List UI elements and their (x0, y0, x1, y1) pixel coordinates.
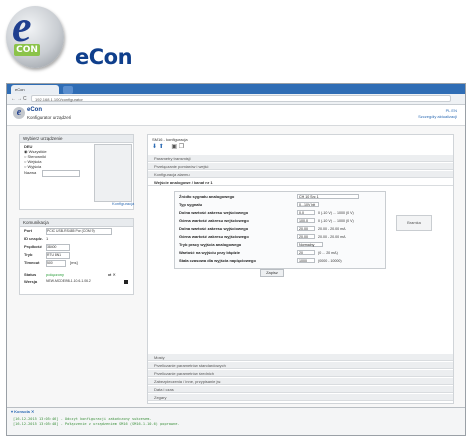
config-row: Typ sygnału 0...10V bit (175, 202, 385, 208)
config-row: Wartość na wyjściu przy błędzie 20 (0 ..… (179, 250, 338, 255)
version-value: NEW-MCDEI98-1.10.6-1.06.2 (46, 279, 91, 283)
device-id-label: ID urządz. (24, 236, 43, 241)
logo-con-badge: CON (14, 44, 40, 56)
analog-config-table: Źródło sygnału analogowego CH 10 Src 1 T… (174, 191, 386, 269)
input-high-field[interactable]: 100.0 (297, 218, 315, 223)
app-logo-icon: e (13, 107, 25, 119)
status-label: Status (24, 272, 37, 277)
section-transmission[interactable]: Parametry transmisji (148, 155, 453, 162)
connect-icon[interactable]: ⇄ ✕ (108, 272, 116, 277)
communication-panel: Komunikacja Port PCIC USB-RS485 Por (COM… (19, 218, 134, 295)
timeout-input[interactable]: 500 (46, 260, 66, 267)
disconnect-icon[interactable] (124, 280, 128, 284)
error-value-field[interactable]: 20 (297, 250, 315, 255)
time-constant-field[interactable]: 1000 (297, 258, 315, 263)
config-row: Dolna wartość zakresu wejściowego 0.0 0 … (179, 210, 354, 215)
configuration-link[interactable]: Konfiguracja (112, 201, 134, 206)
device-select-panel: Wybierz urządzenie DEU ◉ Wszystkie ○ Ste… (19, 134, 134, 210)
toolbar: ⬇ ⬆ ▣ ❐ (152, 144, 184, 151)
port-select[interactable]: PCIC USB-RS485 Por (COM 9) (46, 228, 112, 235)
console-log: [16-12-2015 13:05:46] - Odczyt konfigura… (13, 417, 180, 427)
port-label: Port (24, 228, 32, 233)
back-icon[interactable]: ← (11, 96, 16, 102)
config-row: Stała czasowa dla wyjścia napięciowego 1… (179, 258, 342, 263)
config-spacer (148, 283, 453, 345)
source-select[interactable]: CH 10 Src 1 (297, 194, 359, 199)
output-low-field[interactable]: 20.00 (297, 226, 315, 231)
copy-icon[interactable]: ❐ (179, 144, 184, 150)
section-security[interactable]: Zabezpieczenia / inne, przypisanie jw. (148, 378, 453, 385)
browser-window: eCon ← → C 192.168.1.100/configurator e … (6, 83, 466, 436)
app-title: eCon (27, 107, 42, 113)
header-links: PL EN Szczegóły aktualizacji (418, 108, 457, 120)
section-measurement-switching[interactable]: Przełączanie pomiarów i wejść (148, 163, 453, 170)
comm-panel-title: Komunikacja (20, 219, 133, 227)
timeout-unit: [ms] (70, 260, 78, 265)
device-search-input[interactable] (42, 170, 80, 177)
console-line: [16-12-2015 13:05:48] - Połączenie z urz… (13, 422, 180, 426)
search-label: Nazwa (24, 170, 37, 175)
signal-type-select[interactable]: 0...10V bit (297, 202, 319, 207)
device-list-box[interactable] (94, 144, 132, 202)
section-bridges[interactable]: Mosty (148, 354, 453, 361)
configuration-panel: SM16 - konfiguracja ⬇ ⬆ ▣ ❐ Parametry tr… (147, 134, 454, 404)
config-header: SM16 - konfiguracja (152, 137, 188, 142)
save-file-icon[interactable]: ▣ (171, 144, 177, 150)
mode-label: Tryb (24, 252, 33, 257)
update-details-link[interactable]: Szczegóły aktualizacji (418, 114, 457, 120)
input-low-field[interactable]: 0.0 (297, 210, 315, 215)
section-analog-input[interactable]: Wejście analogowe / kanał nr 1 (148, 179, 453, 186)
side-button[interactable]: Bramka (396, 215, 432, 231)
config-row: Tryb pracy wyjścia analogowego Normalny (175, 242, 385, 248)
timeout-label: Timeout (24, 260, 40, 265)
forward-icon[interactable]: → (17, 96, 22, 102)
config-row: Górna wartość zakresu wyjściowego 20.00 … (179, 234, 346, 239)
config-row: Źródło sygnału analogowego CH 10 Src 1 (175, 194, 385, 200)
baud-label: Prędkość (24, 244, 43, 249)
mode-select[interactable]: RTU 8N1 (46, 252, 70, 259)
section-date-time[interactable]: Data i czas (148, 386, 453, 393)
new-tab-button[interactable] (63, 86, 73, 94)
app-subtitle: Konfigurator urządzeń (27, 115, 72, 120)
reload-icon[interactable]: C (23, 96, 27, 102)
device-option[interactable]: ○ Wyjścia (24, 164, 47, 169)
device-option-list: ◉ Wszystkie ○ Sterowniki ○ Wejścia ○ Wyj… (24, 149, 47, 169)
device-id-value[interactable]: 1 (46, 236, 48, 241)
version-label: Wersja (24, 279, 38, 284)
config-row: Górna wartość zakresu wejściowego 100.0 … (179, 218, 354, 223)
browser-tab[interactable]: eCon (11, 85, 59, 94)
brand-name: eCon (75, 45, 133, 69)
section-clocks[interactable]: Zegary (148, 394, 453, 401)
config-row: Dolna wartość zakresu wyjściowego 20.00 … (179, 226, 346, 231)
section-alarm[interactable]: Konfiguracja alarmu (148, 171, 453, 178)
download-icon[interactable]: ⬇ (152, 144, 157, 150)
save-button[interactable]: Zapisz (260, 269, 284, 277)
console-panel: ▾ Konsola ✕ [16-12-2015 13:05:46] - Odcz… (7, 407, 465, 435)
app-header (7, 105, 465, 126)
output-high-field[interactable]: 20.00 (297, 234, 315, 239)
output-mode-select[interactable]: Normalny (297, 242, 323, 247)
status-value: połączony (46, 272, 65, 277)
baud-select[interactable]: 38400 (46, 244, 70, 251)
console-title[interactable]: ▾ Konsola ✕ (11, 409, 34, 414)
address-input[interactable]: 192.168.1.100/configurator (31, 95, 451, 102)
tab-strip (7, 84, 465, 94)
section-standard-params[interactable]: Przeliczanie parametrów standardowych (148, 362, 453, 369)
upload-icon[interactable]: ⬆ (159, 144, 164, 150)
section-average-params[interactable]: Przeliczanie parametrów średnich (148, 370, 453, 377)
device-panel-title: Wybierz urządzenie (20, 135, 133, 143)
